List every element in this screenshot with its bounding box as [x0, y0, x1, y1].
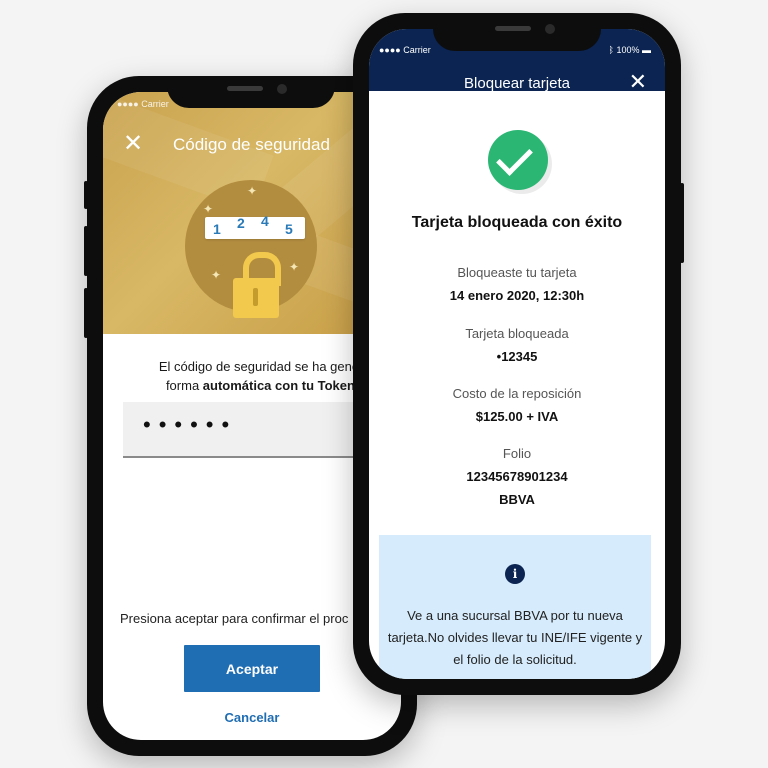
close-icon[interactable]: ✕ [629, 71, 647, 93]
check-icon [488, 130, 548, 190]
sparkle-icon: ✦ [247, 184, 258, 198]
block-card-screen: ●●●● Carrier ᛒ 100% ▬ Bloquear tarjeta ✕… [369, 29, 665, 679]
info-text: Ve a una sucursal BBVA por tu nueva tarj… [387, 608, 643, 667]
folio-label: Folio [502, 446, 532, 461]
battery-icon: ▬ [642, 45, 651, 55]
header-title: Código de seguridad [173, 135, 330, 154]
speaker [227, 86, 263, 91]
front-camera [277, 84, 287, 94]
code-digit: 5 [285, 221, 293, 237]
status-bar: ●●●● Carrier [379, 45, 431, 55]
battery-label: 100% [616, 45, 640, 55]
battery-status: ᛒ 100% ▬ [609, 45, 651, 55]
cancel-link[interactable]: Cancelar [184, 710, 320, 725]
info-box: i Ve a una sucursal BBVA por tu nueva ta… [379, 535, 651, 679]
blocked-value: 14 enero 2020, 12:30h [449, 288, 585, 303]
carrier-label: Carrier [403, 45, 431, 55]
status-bar: ●●●● Carrier [117, 99, 169, 109]
volume-up-button [84, 226, 88, 276]
mute-switch [84, 181, 88, 209]
right-phone: ●●●● Carrier ᛒ 100% ▬ Bloquear tarjeta ✕… [353, 13, 684, 695]
code-digit: 1 [213, 221, 221, 237]
bluetooth-icon: ᛒ [608, 45, 614, 55]
padlock-keyhole [253, 288, 258, 306]
sparkle-icon: ✦ [289, 260, 300, 274]
confirm-instruction: Presiona aceptar para confirmar el proc [120, 611, 349, 626]
front-camera [545, 24, 555, 34]
code-strip: 1 2 4 5 [205, 213, 305, 239]
sparkle-icon: ✦ [203, 202, 214, 216]
header-title: Bloquear tarjeta [464, 75, 570, 92]
power-button [680, 183, 684, 263]
carrier-label: Carrier [141, 99, 169, 109]
card-label: Tarjeta bloqueada [465, 326, 569, 341]
code-digit: 4 [261, 213, 269, 229]
volume-down-button [84, 288, 88, 338]
success-title: Tarjeta bloqueada con éxito [411, 214, 623, 231]
cost-label: Costo de la reposición [452, 386, 582, 401]
folio-value: 12345678901234 [466, 469, 568, 484]
code-digit: 2 [237, 215, 245, 231]
description-bold: automática con tu Token mó [202, 378, 379, 393]
sparkle-icon: ✦ [211, 268, 222, 282]
info-icon: i [505, 564, 525, 584]
cost-value: $125.00 + IVA [475, 409, 559, 424]
bank-value: BBVA [499, 492, 535, 507]
description-prefix: forma [165, 378, 203, 393]
phone-notch [167, 76, 335, 108]
card-value: •12345 [496, 349, 538, 364]
speaker [495, 26, 531, 31]
close-icon[interactable]: ✕ [123, 132, 143, 156]
accept-button[interactable]: Aceptar [184, 645, 320, 692]
check-mark [496, 139, 533, 176]
phone-notch [433, 13, 601, 51]
blocked-label: Bloqueaste tu tarjeta [457, 265, 577, 280]
